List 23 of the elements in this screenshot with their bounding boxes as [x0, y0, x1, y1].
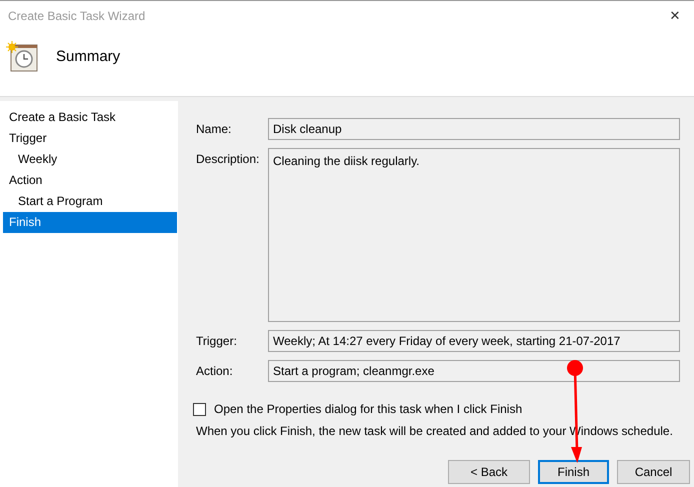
wizard-button[interactable]: Cancel — [617, 460, 690, 484]
field-label: Name: — [196, 122, 232, 136]
wizard-button[interactable]: Finish — [538, 460, 609, 484]
checkbox-label[interactable]: Open the Properties dialog for this task when I click Finish — [214, 402, 522, 416]
field-label: Trigger: — [196, 334, 238, 348]
page-heading: Summary — [56, 48, 120, 65]
wizard-step: Create a Basic Task — [3, 107, 177, 128]
field-label: Description: — [196, 151, 260, 166]
window-title: Create Basic Task Wizard — [8, 9, 146, 23]
field-label: Action: — [196, 364, 234, 378]
task-clock-icon — [6, 40, 38, 72]
summary-field: Disk cleanup — [268, 118, 680, 140]
description-field: Cleaning the diisk regularly. — [268, 148, 680, 322]
summary-field: Weekly; At 14:27 every Friday of every week, starting 21-07-2017 — [268, 330, 680, 352]
wizard-step: Finish — [3, 212, 177, 233]
wizard-step: Action — [3, 170, 177, 191]
close-button[interactable]: ✕ — [660, 1, 690, 31]
wizard-button[interactable]: < Back — [448, 460, 530, 484]
checkbox[interactable] — [193, 402, 206, 416]
summary-field: Start a program; cleanmgr.exe — [268, 360, 680, 382]
wizard-step: Trigger — [3, 128, 177, 149]
wizard-step: Weekly — [3, 149, 177, 170]
wizard-step: Start a Program — [3, 191, 177, 212]
